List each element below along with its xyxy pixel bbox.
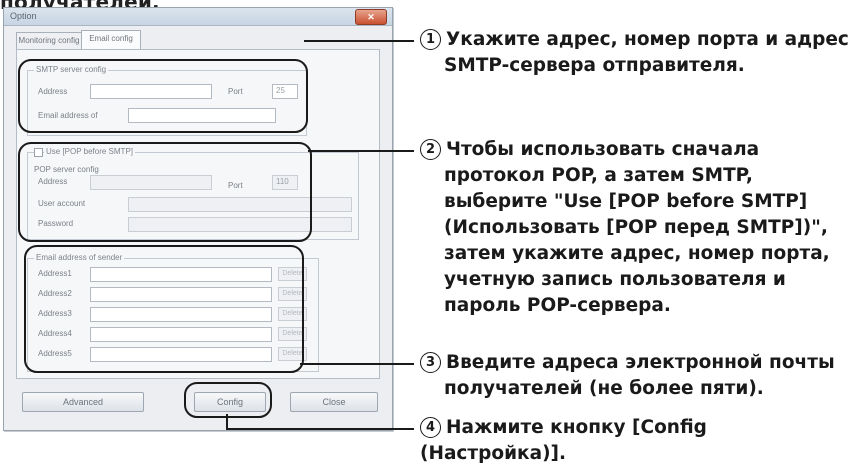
leader-line-1	[304, 40, 414, 42]
annotation-line: Укажите адрес, номер порта и адрес	[446, 29, 849, 50]
callout-box-pop	[18, 142, 312, 242]
annotation-3: 3 Введите адреса электронной почты получа…	[420, 350, 835, 402]
annotation-number: 2	[420, 139, 441, 160]
annotation-line: SMTP-сервера отправителя.	[444, 55, 745, 76]
tab-monitoring-config[interactable]: Monitoring config	[16, 32, 82, 49]
annotation-1: 1 Укажите адрес, номер порта и адрес SMTP…	[420, 27, 849, 79]
annotation-2: 2 Чтобы использовать сначала протокол POP…	[420, 137, 830, 319]
annotation-line: выберите "Use [POP before SMTP]	[444, 191, 808, 212]
annotation-4: 4 Нажмите кнопку [Config (Настройка)].	[420, 415, 855, 467]
annotation-number: 1	[420, 29, 441, 50]
annotation-line: Введите адреса электронной почты	[446, 352, 835, 373]
leader-line-4b	[226, 428, 414, 430]
callout-box-recipients	[24, 245, 304, 373]
annotation-line: затем укажите адрес, номер порта,	[444, 243, 830, 264]
dialog-titlebar: Option ✕	[4, 8, 392, 26]
annotation-number: 4	[420, 417, 441, 438]
annotation-line: (Использовать [POP перед SMTP])",	[444, 217, 828, 238]
leader-line-3	[300, 363, 414, 365]
annotation-line: пароль POP-сервера.	[444, 295, 671, 316]
annotation-number: 3	[420, 352, 441, 373]
annotation-line: протокол POP, а затем SMTP,	[444, 165, 753, 186]
annotation-line: учетную запись пользователя и	[444, 269, 786, 290]
annotation-line: Нажмите кнопку [Config (Настройка)].	[420, 417, 707, 464]
leader-line-2	[308, 150, 414, 152]
dialog-title: Option	[10, 11, 37, 21]
annotation-line: получателей (не более пяти).	[444, 378, 764, 399]
annotation-line: Чтобы использовать сначала	[446, 139, 760, 160]
tab-email-config[interactable]: Email config	[81, 30, 141, 49]
callout-box-smtp	[18, 59, 308, 133]
close-icon[interactable]: ✕	[355, 9, 387, 25]
callout-box-config	[184, 382, 272, 418]
advanced-button[interactable]: Advanced	[22, 392, 144, 412]
close-button[interactable]: Close	[290, 392, 378, 412]
